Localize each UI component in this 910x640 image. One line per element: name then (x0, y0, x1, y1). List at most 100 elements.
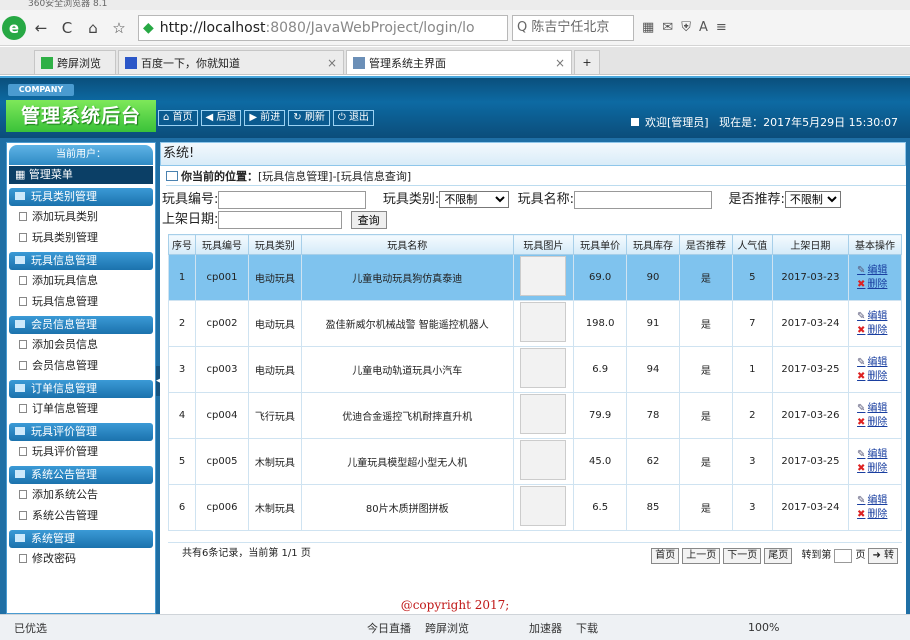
toy-thumbnail[interactable] (520, 440, 567, 480)
menu-item[interactable]: 添加玩具类别 (7, 206, 155, 227)
query-button[interactable]: 查询 (350, 210, 387, 229)
table-row[interactable]: 3 cp003 电动玩具 儿童电动轨道玩具小汽车 6.9 94 是 1 2017-03-25 ✎ 编… (167, 346, 902, 393)
status-zoom[interactable]: 100% (748, 621, 779, 634)
favorite-button[interactable]: ☆ (108, 19, 130, 37)
menu-item[interactable]: 添加玩具信息 (7, 270, 155, 291)
first-page-button[interactable]: 首页 (651, 548, 680, 564)
table-row[interactable]: 5 cp005 木制玩具 儿童玩具模型超小型无人机 45.0 62 是 3 2017-03-25… (167, 438, 902, 485)
menu-item[interactable]: 系统公告管理 (7, 505, 155, 526)
toy-thumbnail[interactable] (520, 256, 567, 296)
delete-link[interactable]: ✖ 删除 (849, 370, 901, 384)
document-icon (19, 404, 27, 413)
copyright: @copyright 2017; (400, 598, 510, 612)
cell-price: 6.5 (573, 484, 628, 531)
status-download[interactable]: 下载 (576, 620, 598, 636)
back-button[interactable]: ← (30, 19, 52, 37)
menu-section-header[interactable]: 玩具信息管理 (9, 252, 153, 270)
prev-page-button[interactable]: 上一页 (682, 548, 721, 564)
pagination: 共有6条记录，当前第 1/1 页 首页 上一页 下一页 尾页 转到第 页 ➜ 转 (168, 542, 902, 564)
edit-link[interactable]: ✎ 编辑 (849, 448, 901, 462)
code-input[interactable] (218, 190, 367, 209)
table-row[interactable]: 6 cp006 木制玩具 80片木质拼图拼板 6.5 85 是 3 2017-03-24 ✎ 编辑 ✖… (167, 484, 902, 531)
edit-link[interactable]: ✎ 编辑 (849, 356, 901, 370)
search-text: 陈吉宁任北京 (531, 19, 610, 35)
cell-no: 2 (167, 300, 197, 347)
pencil-icon: ✎ (857, 264, 866, 276)
toy-thumbnail[interactable] (520, 394, 567, 434)
grid-icon (15, 470, 25, 478)
new-tab-button[interactable]: + (574, 50, 600, 74)
welcome-banner: 系统! (160, 142, 906, 166)
menu-item[interactable]: 玩具评价管理 (7, 441, 155, 462)
forward-nav-button[interactable]: ▶ 前进 (244, 110, 286, 126)
delete-link[interactable]: ✖ 删除 (849, 508, 901, 522)
tab-baidu[interactable]: 百度一下，你就知道 × (118, 50, 344, 74)
menu-item[interactable]: 添加会员信息 (7, 334, 155, 355)
toy-thumbnail[interactable] (520, 486, 567, 526)
date-input[interactable] (218, 210, 343, 229)
page-input[interactable] (834, 549, 853, 563)
menu-item-label: 添加玩具信息 (32, 274, 98, 287)
home-button[interactable]: ⌂ (82, 19, 104, 37)
browser-logo-icon[interactable]: e (2, 15, 26, 40)
menu-item[interactable]: 玩具类别管理 (7, 227, 155, 248)
menu-item-label: 玩具评价管理 (32, 445, 98, 458)
cell-date: 2017-03-26 (771, 392, 850, 439)
delete-link[interactable]: ✖ 删除 (849, 324, 901, 338)
status-live[interactable]: 今日直播 (367, 620, 411, 636)
edit-link[interactable]: ✎ 编辑 (849, 494, 901, 508)
last-page-button[interactable]: 尾页 (764, 548, 793, 564)
status-kuaping[interactable]: 跨屏浏览 (425, 620, 469, 636)
search-input[interactable]: Q 陈吉宁任北京 (512, 14, 634, 41)
type-select[interactable]: 不限制 (439, 191, 510, 208)
menu-section-header[interactable]: 订单信息管理 (9, 380, 153, 398)
tab-kuaping[interactable]: 跨屏浏览 (34, 50, 116, 74)
menu-item-label: 会员信息管理 (32, 359, 98, 372)
mail-icon[interactable]: ✉ (662, 20, 673, 35)
close-icon[interactable]: × (327, 56, 337, 70)
search-form: 玩具编号: 玩具类别: 不限制 玩具名称: 是否推荐: 不限制 上架日期: 查询 (160, 186, 906, 230)
toy-thumbnail[interactable] (520, 302, 567, 342)
status-accelerator[interactable]: 加速器 (529, 620, 562, 636)
menu-item[interactable]: 订单信息管理 (7, 398, 155, 419)
table-row[interactable]: 2 cp002 电动玩具 盈佳新威尔机械战警 智能遥控机器人 198.0 91 是 7 2017… (167, 300, 902, 347)
tab-admin[interactable]: 管理系统主界面 × (346, 50, 572, 74)
menu-icon[interactable]: ≡ (716, 20, 727, 35)
translate-icon[interactable]: A (699, 20, 708, 35)
back-nav-button[interactable]: ◀ 后退 (200, 110, 242, 126)
cell-date: 2017-03-24 (771, 300, 850, 347)
refresh-nav-button[interactable]: ↻ 刷新 (288, 110, 330, 126)
menu-item[interactable]: 修改密码 (7, 548, 155, 569)
menu-section-header[interactable]: 系统管理 (9, 530, 153, 548)
recommend-select[interactable]: 不限制 (784, 191, 841, 208)
delete-link[interactable]: ✖ 删除 (849, 278, 901, 292)
menu-item[interactable]: 玩具信息管理 (7, 291, 155, 312)
menu-section-header[interactable]: 玩具类别管理 (9, 188, 153, 206)
menu-item[interactable]: 会员信息管理 (7, 355, 155, 376)
table-row[interactable]: 4 cp004 飞行玩具 优迪合金遥控飞机耐摔直升机 79.9 78 是 2 2017-03-2… (167, 392, 902, 439)
menu-section-header[interactable]: 玩具评价管理 (9, 423, 153, 441)
home-nav-button[interactable]: ⌂ 首页 (158, 110, 198, 126)
security-icon[interactable]: ⛨ (681, 20, 691, 35)
edit-link[interactable]: ✎ 编辑 (849, 402, 901, 416)
refresh-button[interactable]: C (56, 19, 78, 37)
apps-icon[interactable]: ▦ (642, 20, 654, 35)
menu-section-header[interactable]: 系统公告管理 (9, 466, 153, 484)
close-icon[interactable]: × (555, 56, 565, 70)
menu-item[interactable]: 添加系统公告 (7, 484, 155, 505)
address-bar[interactable]: ◆ http://localhost:8080/JavaWebProject/l… (138, 14, 508, 41)
table-row[interactable]: 1 cp001 电动玩具 儿童电动玩具狗仿真泰迪 69.0 90 是 5 2017-03-23 ✎… (167, 254, 902, 301)
edit-link[interactable]: ✎ 编辑 (849, 310, 901, 324)
delete-link[interactable]: ✖ 删除 (849, 462, 901, 476)
logout-button[interactable]: ⏻ 退出 (332, 110, 374, 126)
name-input[interactable] (573, 190, 712, 209)
edit-link[interactable]: ✎ 编辑 (849, 264, 901, 278)
next-page-button[interactable]: 下一页 (723, 548, 762, 564)
menu-section-title: 系统管理 (31, 532, 75, 545)
menu-item-label: 玩具类别管理 (32, 231, 98, 244)
cell-name: 儿童电动玩具狗仿真泰迪 (300, 254, 514, 301)
toy-thumbnail[interactable] (520, 348, 567, 388)
delete-link[interactable]: ✖ 删除 (849, 416, 901, 430)
go-button[interactable]: ➜ 转 (868, 548, 898, 564)
menu-section-header[interactable]: 会员信息管理 (9, 316, 153, 334)
